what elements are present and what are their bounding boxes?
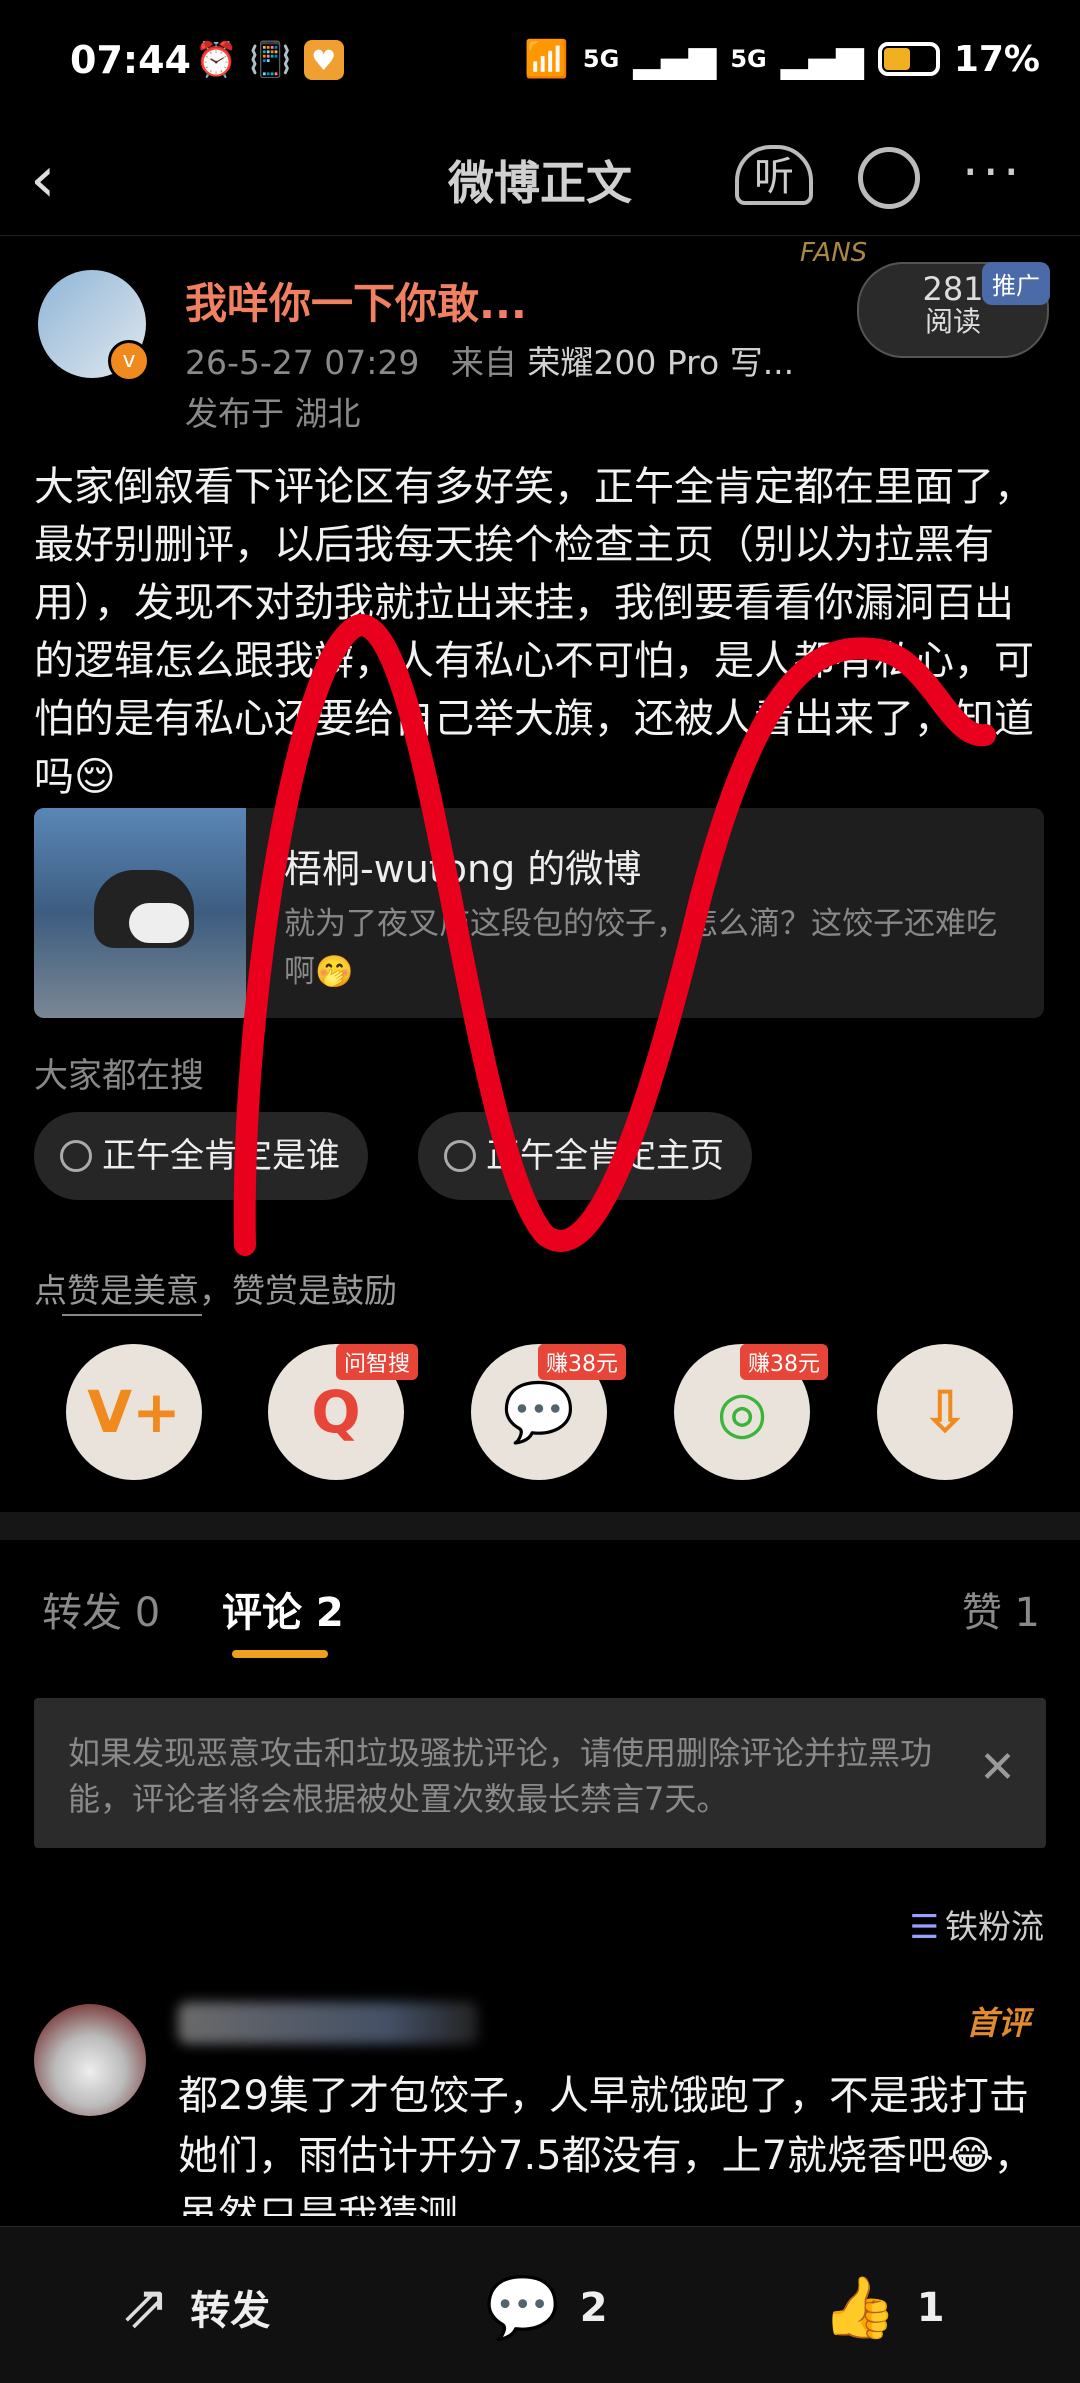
repost-label: 转发 — [190, 2288, 271, 2334]
comment-icon: 💬 — [485, 2273, 560, 2343]
repost-button[interactable]: ⇗ 转发 — [120, 2272, 270, 2342]
like-button[interactable]: 👍 1 — [822, 2272, 945, 2343]
thumbs-up-icon: 👍 — [822, 2273, 897, 2343]
comment-count: 2 — [579, 2284, 608, 2331]
share-icon: ⇗ — [120, 2272, 171, 2342]
comment-button[interactable]: 💬 2 — [485, 2272, 608, 2343]
like-count: 1 — [916, 2284, 945, 2331]
bottom-action-bar: ⇗ 转发 💬 2 👍 1 — [0, 2226, 1080, 2383]
red-scribble-annotation — [233, 614, 996, 1256]
